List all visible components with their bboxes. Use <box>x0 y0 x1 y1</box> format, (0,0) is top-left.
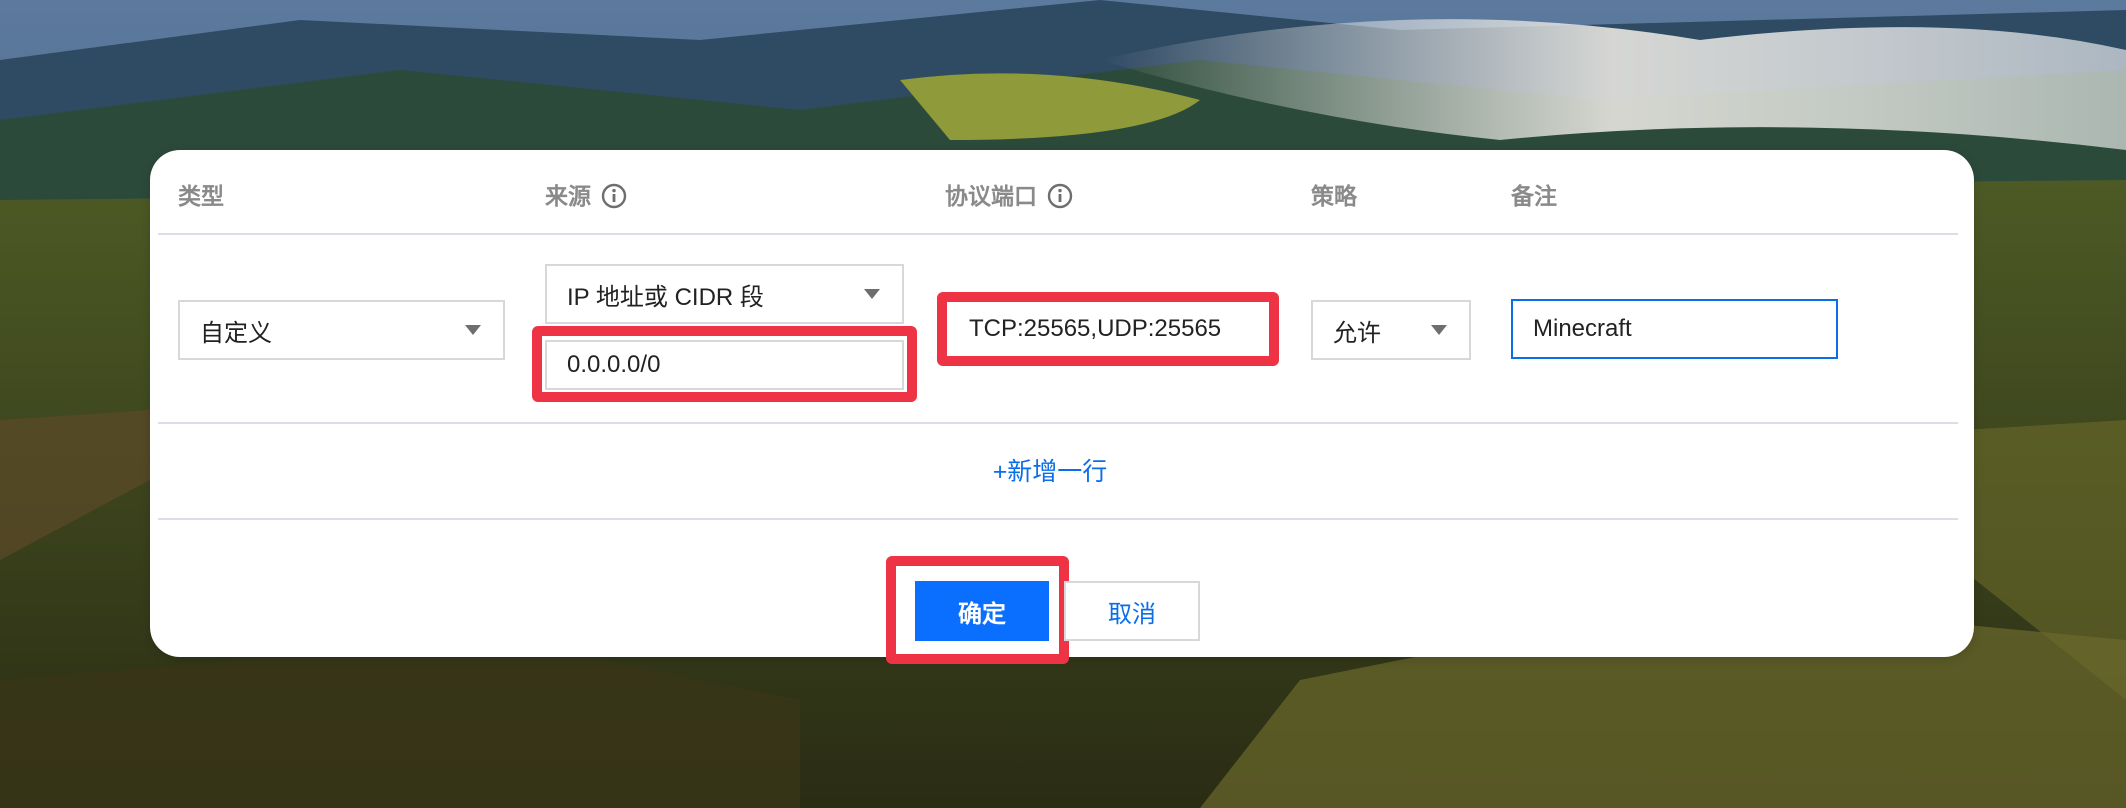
header-source-label: 来源 <box>545 183 591 209</box>
cancel-button[interactable]: 取消 <box>1064 581 1200 641</box>
source-type-select-value: IP 地址或 CIDR 段 <box>567 283 764 311</box>
footer-divider <box>158 518 1958 520</box>
add-row-link[interactable]: +新增一行 <box>990 454 1110 490</box>
header-policy: 策略 <box>1311 178 1357 214</box>
caret-down-icon <box>1431 325 1447 335</box>
source-input-value: 0.0.0.0/0 <box>567 351 661 378</box>
header-type: 类型 <box>178 178 224 214</box>
confirm-button[interactable]: 确定 <box>915 581 1049 641</box>
caret-down-icon <box>465 325 481 335</box>
type-select-value: 自定义 <box>200 319 272 347</box>
protocol-port-input[interactable]: TCP:25565,UDP:25565 <box>947 302 1269 356</box>
note-input[interactable]: Minecraft <box>1511 299 1838 359</box>
type-select[interactable]: 自定义 <box>178 300 505 360</box>
info-icon[interactable] <box>1047 183 1073 209</box>
row-divider <box>158 422 1958 424</box>
info-icon[interactable] <box>601 183 627 209</box>
header-protocol-port-label: 协议端口 <box>945 183 1037 209</box>
header-note-label: 备注 <box>1511 183 1557 209</box>
header-note: 备注 <box>1511 178 1557 214</box>
header-policy-label: 策略 <box>1311 183 1357 209</box>
header-type-label: 类型 <box>178 183 224 209</box>
source-type-select[interactable]: IP 地址或 CIDR 段 <box>545 264 904 324</box>
note-input-value: Minecraft <box>1533 315 1632 342</box>
header-protocol-port: 协议端口 <box>945 178 1073 214</box>
source-input[interactable]: 0.0.0.0/0 <box>545 340 904 390</box>
caret-down-icon <box>864 289 880 299</box>
header-source: 来源 <box>545 178 627 214</box>
policy-select-value: 允许 <box>1333 319 1381 347</box>
protocol-port-input-value: TCP:25565,UDP:25565 <box>969 315 1222 342</box>
policy-select[interactable]: 允许 <box>1311 300 1471 360</box>
header-divider <box>158 233 1958 235</box>
